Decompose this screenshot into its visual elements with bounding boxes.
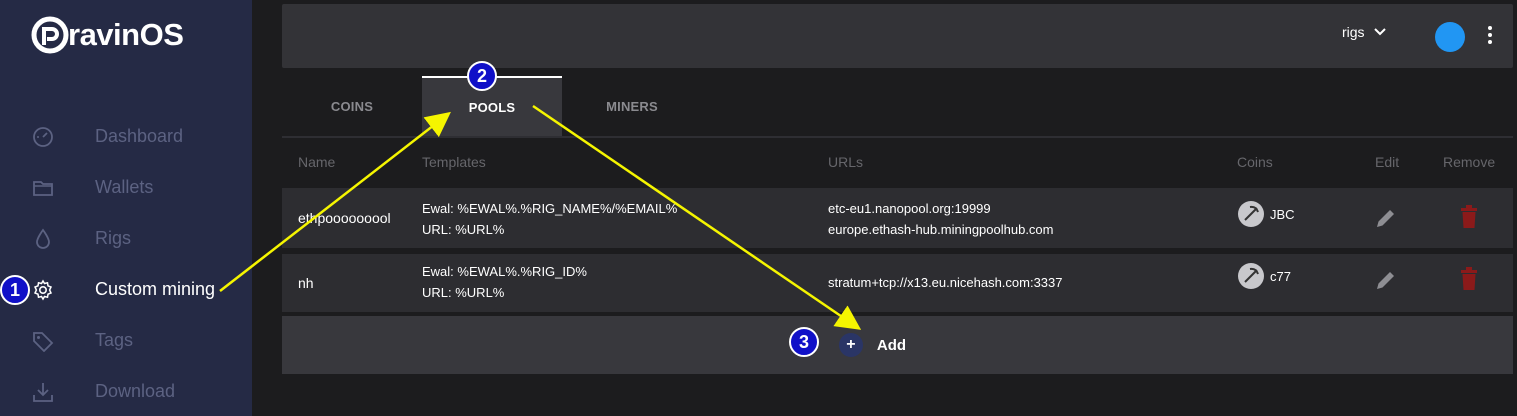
table-row[interactable]: nh Ewal: %EWAL%.%RIG_ID% URL: %URL% stra… (282, 254, 1513, 312)
sidebar-item-custom-mining[interactable]: Custom mining (0, 264, 252, 315)
step-marker-3: 3 (789, 327, 819, 357)
sidebar-item-label: Tags (95, 330, 134, 350)
pencil-icon[interactable] (1374, 206, 1398, 230)
ravinos-logo-mark-icon (31, 16, 69, 54)
column-header-remove: Remove (1443, 154, 1496, 170)
pool-urls: etc-eu1.nanopool.org:19999 europe.ethash… (828, 198, 1054, 240)
step-marker-2: 2 (467, 61, 497, 91)
pickaxe-icon (1238, 201, 1264, 227)
droplet-icon (36, 228, 50, 249)
tag-icon (33, 332, 54, 352)
logo-text: ravinOS (68, 17, 184, 52)
coin-label: JBC (1270, 207, 1295, 222)
plus-icon: + (838, 333, 863, 357)
trash-icon[interactable] (1459, 267, 1479, 291)
column-header-templates: Templates (422, 154, 486, 170)
sidebar-item-tags[interactable]: Tags (0, 315, 252, 366)
step-marker-1: 1 (0, 275, 30, 305)
gear-icon (33, 279, 53, 301)
tab-miners[interactable]: MINERS (562, 76, 702, 136)
sidebar-nav: Dashboard Wallets Rigs Custom mining Tag… (0, 111, 252, 416)
table-header: Name Templates URLs Coins Edit Remove (282, 146, 1513, 178)
speedometer-icon (33, 127, 53, 147)
chevron-down-icon (1373, 28, 1386, 36)
add-label: Add (876, 336, 907, 354)
url-line: etc-eu1.nanopool.org:19999 (828, 201, 991, 216)
url-line: stratum+tcp://x13.eu.nicehash.com:3337 (828, 275, 1063, 290)
sidebar-item-label: Download (95, 381, 176, 401)
top-bar: rigs (282, 4, 1513, 68)
pencil-icon[interactable] (1374, 268, 1398, 292)
pool-name: ethpooooooool (298, 210, 391, 226)
rigs-dropdown-label: rigs (1342, 24, 1365, 40)
sidebar-item-rigs[interactable]: Rigs (0, 213, 252, 264)
pickaxe-icon (1238, 263, 1264, 289)
download-icon (33, 383, 53, 402)
column-header-urls: URLs (828, 154, 864, 170)
column-header-coins: Coins (1237, 154, 1273, 170)
sidebar: ravinOS Dashboard Wallets Rigs Custom mi… (0, 0, 252, 416)
sidebar-item-label: Rigs (95, 228, 132, 248)
sidebar-item-dashboard[interactable]: Dashboard (0, 111, 252, 162)
avatar[interactable] (1435, 22, 1465, 52)
sidebar-item-label: Custom mining (95, 279, 216, 299)
url-line: europe.ethash-hub.miningpoolhub.com (828, 222, 1054, 237)
template-line: URL: %URL% (422, 222, 505, 237)
folder-icon (33, 181, 53, 196)
column-header-name: Name (298, 154, 336, 170)
trash-icon[interactable] (1459, 205, 1479, 229)
sidebar-item-label: Dashboard (95, 126, 184, 146)
template-line: Ewal: %EWAL%.%RIG_ID% (422, 264, 587, 279)
tab-bar: COINS POOLS MINERS (282, 76, 1513, 138)
pool-name: nh (298, 275, 314, 291)
sidebar-item-wallets[interactable]: Wallets (0, 162, 252, 213)
rigs-dropdown[interactable]: rigs (1342, 24, 1387, 40)
coin-label: c77 (1270, 269, 1291, 284)
pool-templates: Ewal: %EWAL%.%RIG_NAME%/%EMAIL% URL: %UR… (422, 198, 677, 240)
template-line: URL: %URL% (422, 285, 505, 300)
pool-templates: Ewal: %EWAL%.%RIG_ID% URL: %URL% (422, 261, 587, 303)
add-pool-button[interactable]: + Add (282, 316, 1513, 374)
pool-urls: stratum+tcp://x13.eu.nicehash.com:3337 (828, 272, 1063, 293)
sidebar-item-label: Wallets (95, 177, 154, 197)
tab-coins[interactable]: COINS (282, 76, 422, 136)
template-line: Ewal: %EWAL%.%RIG_NAME%/%EMAIL% (422, 201, 678, 216)
more-menu-icon[interactable] (1485, 26, 1495, 46)
column-header-edit: Edit (1375, 154, 1400, 170)
table-row[interactable]: ethpooooooool Ewal: %EWAL%.%RIG_NAME%/%E… (282, 188, 1513, 248)
sidebar-item-download[interactable]: Download (0, 366, 252, 416)
ravinos-logo[interactable]: ravinOS (30, 14, 184, 56)
